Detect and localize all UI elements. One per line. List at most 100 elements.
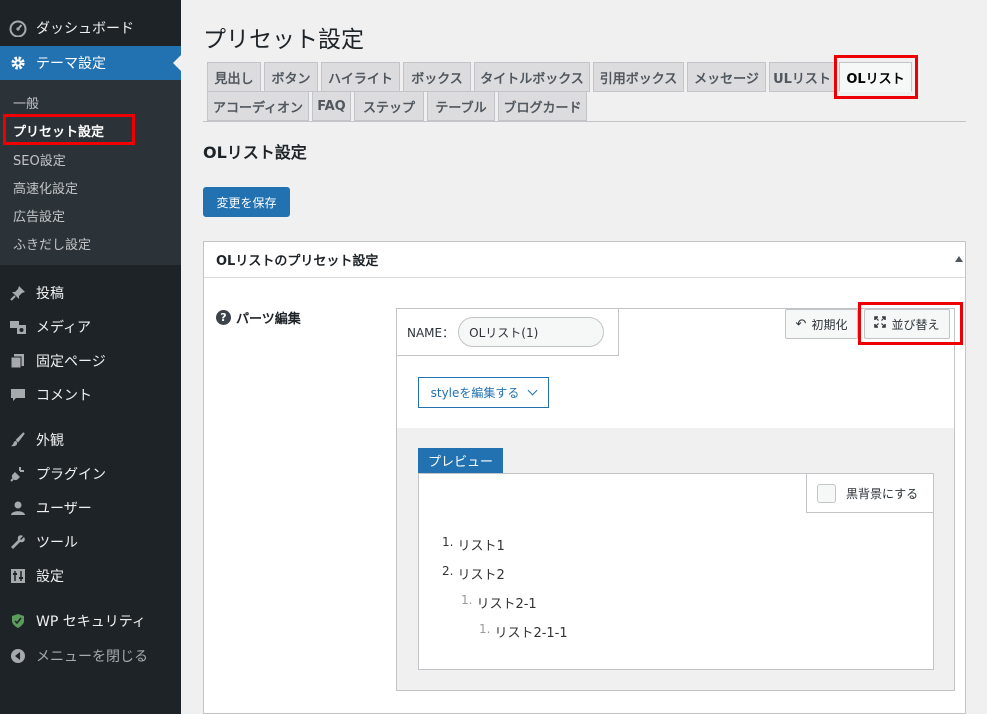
menu-wp-security-label: WP セキュリティ <box>36 614 146 630</box>
list-item-number: 1. <box>479 622 491 636</box>
plug-icon <box>0 466 36 482</box>
submenu-seo-settings[interactable]: SEO設定 <box>13 150 66 169</box>
menu-users[interactable]: ユーザー <box>0 491 181 525</box>
menu-tools-label: ツール <box>36 535 78 551</box>
menu-dashboard[interactable]: ダッシュボード <box>0 11 181 45</box>
tab-box[interactable]: ボックス <box>403 62 471 92</box>
user-icon <box>0 500 36 516</box>
dashboard-icon <box>0 19 36 37</box>
dark-background-label: 黒背景にする <box>846 486 919 501</box>
menu-media[interactable]: メディア <box>0 310 181 344</box>
menu-wp-security[interactable]: WP セキュリティ <box>0 604 181 638</box>
menu-plugins[interactable]: プラグイン <box>0 457 181 491</box>
chevron-down-icon <box>527 385 538 396</box>
submenu-speed-settings[interactable]: 高速化設定 <box>13 178 78 197</box>
menu-tools[interactable]: ツール <box>0 525 181 559</box>
tab-table[interactable]: テーブル <box>427 91 495 121</box>
preview-area: プレビュー 黒背景にする 1. リスト1 2. リスト2 1. リスト2-1 1… <box>397 428 954 690</box>
submenu-ad-settings[interactable]: 広告設定 <box>13 206 65 225</box>
menu-settings[interactable]: 設定 <box>0 559 181 593</box>
preview-box: 黒背景にする 1. リスト1 2. リスト2 1. リスト2-1 1. リスト2… <box>418 473 934 670</box>
parts-edit-text: パーツ編集 <box>236 312 301 327</box>
tab-faq[interactable]: FAQ <box>312 91 351 121</box>
sliders-icon <box>0 568 36 584</box>
list-item-number: 2. <box>442 564 454 578</box>
list-item: 1. リスト1 <box>442 535 505 554</box>
menu-users-label: ユーザー <box>36 501 92 517</box>
highlight-frame-preset-menu <box>3 114 135 145</box>
menu-plugins-label: プラグイン <box>36 467 106 483</box>
menu-comments[interactable]: コメント <box>0 378 181 412</box>
menu-posts[interactable]: 投稿 <box>0 276 181 310</box>
list-item-number: 1. <box>461 593 473 607</box>
list-item-number: 1. <box>442 535 454 549</box>
menu-media-label: メディア <box>36 320 92 336</box>
list-item-text: リスト2-1 <box>476 597 537 612</box>
tab-ul-list[interactable]: ULリスト <box>769 62 835 92</box>
submenu-general[interactable]: 一般 <box>13 93 39 112</box>
list-item-text: リスト2-1-1 <box>494 626 568 641</box>
name-input[interactable]: OLリスト(1) <box>458 317 605 347</box>
preset-panel: OLリストのプリセット設定 ? パーツ編集 NAME： OLリスト(1) ↶ 初… <box>203 241 966 714</box>
menu-collapse[interactable]: メニューを閉じる <box>0 639 181 673</box>
tab-highlight[interactable]: ハイライト <box>321 62 400 92</box>
dark-background-toggle[interactable]: 黒背景にする <box>806 473 934 513</box>
highlight-frame-ol-tab <box>834 55 918 99</box>
menu-theme-settings[interactable]: テーマ設定 <box>0 46 181 80</box>
preview-tab: プレビュー <box>418 448 503 473</box>
highlight-frame-sort-button <box>858 302 963 345</box>
list-item: 1. リスト2-1 <box>461 593 537 612</box>
collapse-toggle-icon[interactable] <box>955 256 963 262</box>
panel-header[interactable]: OLリストのプリセット設定 <box>204 242 965 278</box>
name-field-group: NAME： OLリスト(1) <box>396 308 619 356</box>
menu-pages[interactable]: 固定ページ <box>0 344 181 378</box>
panel-title: OLリストのプリセット設定 <box>216 254 379 269</box>
menu-appearance-label: 外観 <box>36 433 64 449</box>
parts-editor: NAME： OLリスト(1) ↶ 初期化 並び替え styleを編集する プレビ… <box>396 308 955 691</box>
name-label: NAME： <box>407 325 455 340</box>
shield-icon <box>0 613 36 629</box>
menu-theme-settings-label: テーマ設定 <box>36 56 106 72</box>
comment-icon <box>0 387 36 403</box>
media-icon <box>0 319 36 335</box>
tab-heading[interactable]: 見出し <box>207 62 261 92</box>
paintbrush-icon <box>0 432 36 448</box>
submenu-balloon-settings[interactable]: ふきだし設定 <box>13 234 91 253</box>
page-title: プリセット設定 <box>203 27 364 53</box>
menu-settings-label: 設定 <box>36 569 64 585</box>
reset-label: 初期化 <box>811 317 848 332</box>
menu-appearance[interactable]: 外観 <box>0 423 181 457</box>
dark-background-checkbox[interactable] <box>817 483 836 503</box>
theme-submenu: 一般 プリセット設定 SEO設定 高速化設定 広告設定 ふきだし設定 <box>0 80 181 265</box>
pages-icon <box>0 353 36 369</box>
tab-message[interactable]: メッセージ <box>687 62 766 92</box>
tab-accordion[interactable]: アコーディオン <box>207 91 309 121</box>
edit-style-button[interactable]: styleを編集する <box>418 377 549 408</box>
reset-button[interactable]: ↶ 初期化 <box>785 309 858 339</box>
tabs-divider <box>203 121 966 122</box>
menu-posts-label: 投稿 <box>36 286 64 302</box>
tab-title-box[interactable]: タイトルボックス <box>474 62 590 92</box>
list-item: 2. リスト2 <box>442 564 505 583</box>
menu-collapse-label: メニューを閉じる <box>36 649 148 665</box>
gear-icon <box>0 54 36 72</box>
undo-icon: ↶ <box>795 316 807 332</box>
wrench-icon <box>0 534 36 550</box>
menu-dashboard-label: ダッシュボード <box>36 21 134 37</box>
tab-step[interactable]: ステップ <box>354 91 424 121</box>
tab-blog-card[interactable]: ブログカード <box>498 91 587 121</box>
list-item-text: リスト2 <box>457 568 505 583</box>
save-button[interactable]: 変更を保存 <box>203 187 290 217</box>
section-title: OLリスト設定 <box>203 143 307 162</box>
tab-button[interactable]: ボタン <box>264 62 318 92</box>
list-item-text: リスト1 <box>457 539 505 554</box>
parts-edit-label: ? パーツ編集 <box>216 308 301 327</box>
help-icon[interactable]: ? <box>216 310 231 325</box>
main-content: プリセット設定 見出し ボタン ハイライト ボックス タイトルボックス 引用ボッ… <box>181 0 987 714</box>
admin-sidebar: ダッシュボード テーマ設定 一般 プリセット設定 SEO設定 高速化設定 広告設… <box>0 0 181 714</box>
menu-pages-label: 固定ページ <box>36 354 106 370</box>
edit-style-label: styleを編集する <box>430 386 520 400</box>
tab-quote-box[interactable]: 引用ボックス <box>593 62 684 92</box>
menu-comments-label: コメント <box>36 388 92 404</box>
list-item: 1. リスト2-1-1 <box>479 622 568 641</box>
